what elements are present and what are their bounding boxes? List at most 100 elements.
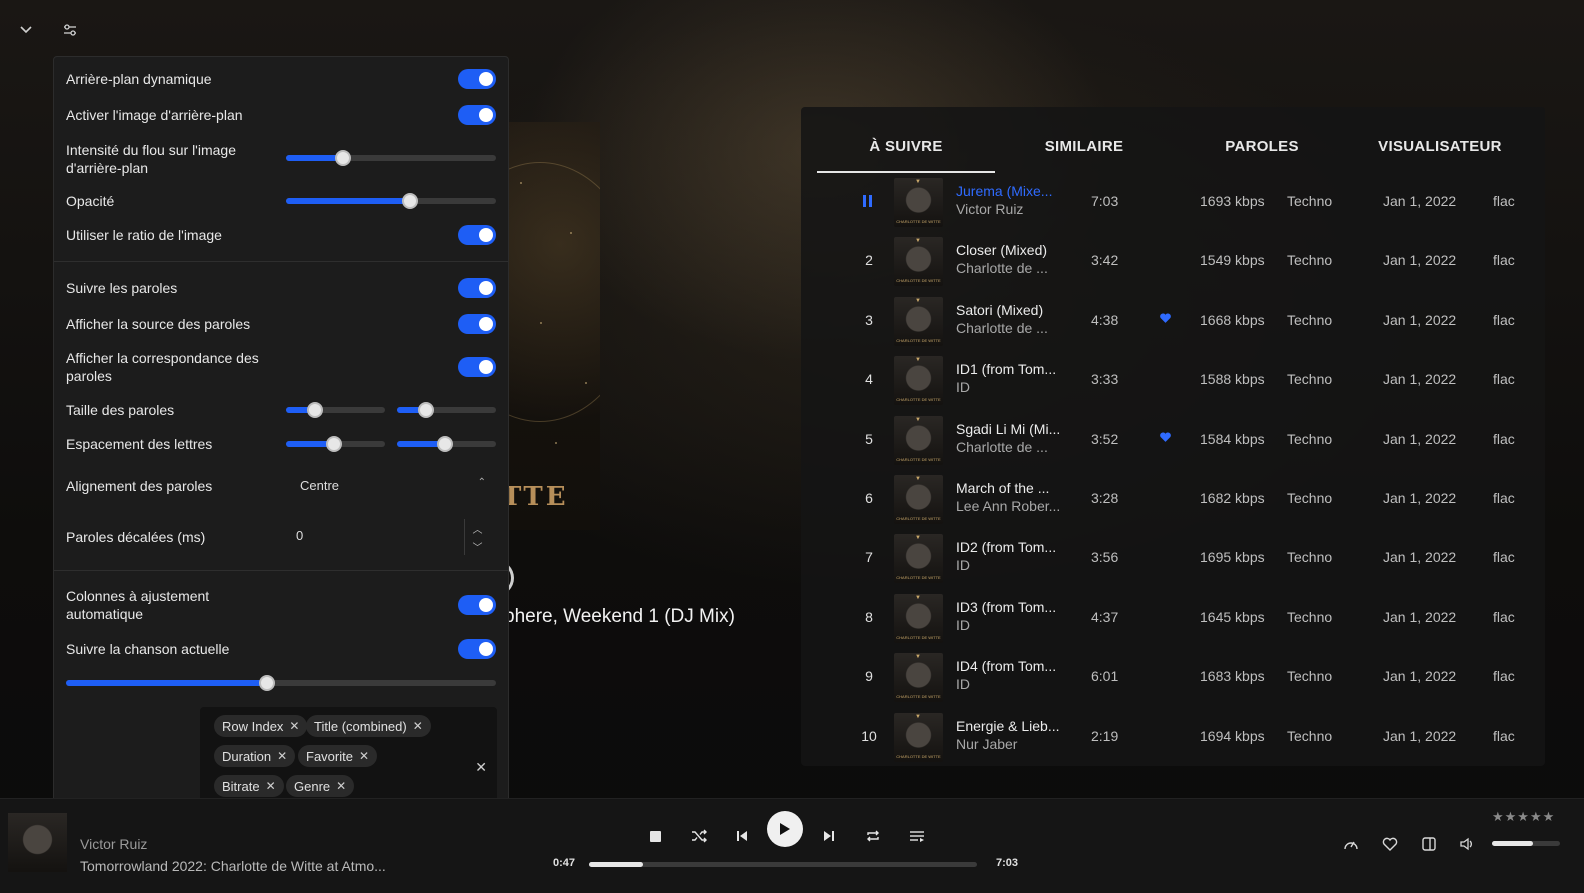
favorite-heart-icon[interactable] bbox=[1159, 311, 1172, 327]
column-width-slider[interactable] bbox=[66, 675, 496, 691]
track-genre: Techno bbox=[1287, 252, 1333, 269]
remove-chip-icon[interactable]: ✕ bbox=[266, 779, 276, 793]
show-lyrics-match-toggle[interactable] bbox=[458, 357, 496, 377]
lyrics-size-slider-b[interactable] bbox=[397, 402, 496, 418]
track-release-date: Jan 1, 2022 bbox=[1383, 549, 1457, 566]
chevron-down-icon[interactable]: ﹀ bbox=[473, 539, 483, 554]
track-genre: Techno bbox=[1287, 668, 1333, 685]
tab-lyrics[interactable]: PAROLES bbox=[1173, 129, 1351, 173]
row-index: 3 bbox=[865, 311, 873, 328]
setting-letter-spacing: Espacement des lettres bbox=[66, 434, 496, 454]
track-thumbnail bbox=[894, 712, 943, 762]
tab-up-next[interactable]: À SUIVRE bbox=[817, 129, 995, 173]
track-release-date: Jan 1, 2022 bbox=[1383, 193, 1457, 209]
repeat-icon[interactable] bbox=[858, 821, 888, 851]
dynamic-bg-toggle[interactable] bbox=[458, 69, 496, 89]
play-button[interactable] bbox=[767, 811, 803, 847]
track-duration: 3:33 bbox=[1091, 371, 1119, 388]
next-icon[interactable] bbox=[814, 821, 844, 851]
queue-row[interactable]: 4 ID1 (from Tom...ID 3:33 1588 kbps Techno Ja… bbox=[801, 351, 1545, 410]
row-index: 4 bbox=[865, 371, 873, 388]
setting-follow-lyrics: Suivre les paroles bbox=[66, 278, 496, 298]
column-chip: Genre ✕ bbox=[286, 775, 355, 797]
volume-slider[interactable] bbox=[1492, 841, 1560, 846]
track-bitrate: 1588 kbps bbox=[1200, 371, 1265, 388]
album-art: TTE bbox=[500, 122, 600, 530]
track-title: Closer (Mixed) bbox=[956, 242, 1048, 259]
shuffle-icon[interactable] bbox=[684, 821, 714, 851]
track-duration: 6:01 bbox=[1091, 668, 1119, 685]
opacity-slider[interactable] bbox=[286, 193, 496, 209]
letter-spacing-slider-a[interactable] bbox=[286, 436, 385, 452]
volume-icon[interactable] bbox=[1457, 833, 1479, 855]
previous-icon[interactable] bbox=[727, 821, 757, 851]
chevron-down-icon[interactable] bbox=[14, 18, 38, 42]
queue-row[interactable]: 3 Satori (Mixed)Charlotte de ... 4:38 1668 … bbox=[801, 292, 1545, 351]
lyrics-alignment-select[interactable]: Centre ⌃ bbox=[286, 474, 496, 498]
clear-columns-icon[interactable]: ✕ bbox=[475, 759, 487, 776]
queue-row[interactable]: 10 Energie & Lieb...Nur Jaber 2:19 1694 kbp… bbox=[801, 708, 1545, 767]
follow-lyrics-toggle[interactable] bbox=[458, 278, 496, 298]
offset-stepper[interactable]: ︿ ﹀ bbox=[464, 519, 490, 555]
queue-row[interactable]: 5 Sgadi Li Mi (Mi...Charlotte de ... 3:52 1… bbox=[801, 411, 1545, 470]
use-ratio-toggle[interactable] bbox=[458, 225, 496, 245]
track-release-date: Jan 1, 2022 bbox=[1383, 608, 1457, 625]
tab-similar[interactable]: SIMILAIRE bbox=[995, 129, 1173, 173]
queue-row[interactable]: 9 ID4 (from Tom...ID 6:01 1683 kbps Techno Ja… bbox=[801, 648, 1545, 707]
follow-current-song-toggle[interactable] bbox=[458, 639, 496, 659]
track-duration: 4:37 bbox=[1091, 608, 1119, 625]
remove-chip-icon[interactable]: ✕ bbox=[289, 719, 299, 733]
setting-blur: Intensité du flou sur l'image d'arrière-… bbox=[66, 141, 496, 177]
show-lyrics-source-toggle[interactable] bbox=[458, 314, 496, 334]
track-duration: 7:03 bbox=[1091, 193, 1119, 209]
setting-label: Afficher la correspondance des paroles bbox=[66, 350, 259, 384]
tab-visualizer[interactable]: VISUALISATEUR bbox=[1351, 129, 1529, 173]
track-thumbnail bbox=[894, 534, 943, 584]
queue-row[interactable]: 2 Closer (Mixed)Charlotte de ... 3:42 1549 … bbox=[801, 232, 1545, 291]
heart-icon[interactable] bbox=[1379, 833, 1401, 855]
track-title: ID1 (from Tom... bbox=[956, 361, 1057, 378]
remove-chip-icon[interactable]: ✕ bbox=[336, 779, 346, 793]
blur-slider[interactable] bbox=[286, 150, 496, 166]
player-album[interactable]: Tomorrowland 2022: Charlotte de Witte at… bbox=[80, 858, 386, 874]
track-title: March of the ... bbox=[956, 480, 1050, 496]
chip-label: Favorite bbox=[306, 748, 353, 764]
track-artist: Nur Jaber bbox=[956, 735, 1018, 752]
stop-icon[interactable] bbox=[640, 821, 670, 851]
sidebar-panel-icon[interactable] bbox=[1418, 833, 1440, 855]
enable-bg-image-toggle[interactable] bbox=[458, 105, 496, 125]
queue-list-icon[interactable] bbox=[902, 821, 932, 851]
now-playing-indicator-icon bbox=[863, 195, 873, 207]
chevron-updown-icon: ⌃ bbox=[477, 477, 486, 488]
track-codec: flac bbox=[1493, 371, 1515, 388]
track-codec: flac bbox=[1493, 193, 1515, 209]
queue-row[interactable]: 6 March of the ... Lee Ann Rober... 3:28 168… bbox=[801, 470, 1545, 529]
track-artist: Charlotte de ... bbox=[956, 319, 1048, 336]
speed-gauge-icon[interactable] bbox=[1340, 833, 1362, 855]
queue-row[interactable]: Jurema (Mixe... Victor Ruiz 7:03 1693 kbps T… bbox=[801, 173, 1545, 232]
remove-chip-icon[interactable]: ✕ bbox=[277, 749, 287, 763]
row-index: 9 bbox=[865, 668, 873, 685]
queue-row[interactable]: 8 ID3 (from Tom...ID 4:37 1645 kbps Techno Ja… bbox=[801, 589, 1545, 648]
queue-row[interactable]: 7 ID2 (from Tom...ID 3:56 1695 kbps Techno Ja… bbox=[801, 529, 1545, 588]
auto-fit-columns-toggle[interactable] bbox=[458, 595, 496, 615]
remove-chip-icon[interactable]: ✕ bbox=[359, 749, 369, 763]
column-chip: Favorite ✕ bbox=[298, 745, 378, 767]
favorite-heart-icon[interactable] bbox=[1159, 430, 1172, 446]
track-codec: flac bbox=[1493, 430, 1515, 447]
row-index: 10 bbox=[861, 727, 877, 744]
player-artist[interactable]: Victor Ruiz bbox=[80, 836, 147, 852]
progress-bar[interactable] bbox=[589, 862, 977, 867]
letter-spacing-slider-b[interactable] bbox=[397, 436, 496, 452]
track-thumbnail bbox=[894, 415, 943, 465]
setting-label: Afficher la source des paroles bbox=[66, 316, 251, 332]
setting-label: Espacement des lettres bbox=[66, 436, 213, 452]
lyrics-offset-input[interactable] bbox=[296, 528, 466, 543]
player-album-thumb[interactable] bbox=[8, 813, 67, 872]
remove-chip-icon[interactable]: ✕ bbox=[413, 719, 423, 733]
rating-stars[interactable]: ★★★★★ bbox=[1492, 809, 1555, 825]
chevron-up-icon[interactable]: ︿ bbox=[473, 521, 483, 536]
lyrics-size-slider-a[interactable] bbox=[286, 402, 385, 418]
sliders-icon[interactable] bbox=[58, 18, 82, 42]
track-genre: Techno bbox=[1287, 371, 1333, 388]
